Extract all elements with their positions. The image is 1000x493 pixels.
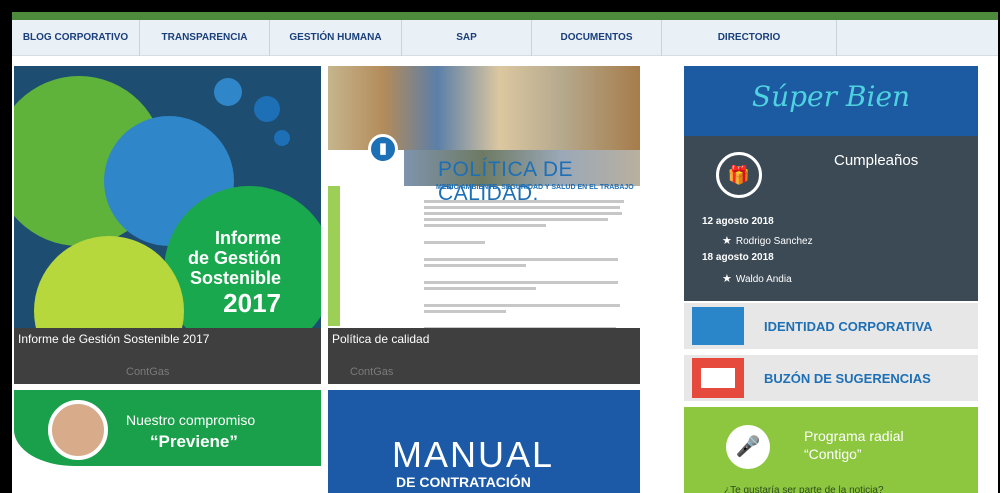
- envelope-icon: [692, 358, 744, 398]
- page-frame: BLOG CORPORATIVO TRANSPARENCIA GESTIÓN H…: [12, 12, 998, 493]
- green-side-bar: [328, 186, 340, 326]
- informe-line2: de Gestión: [187, 248, 281, 268]
- avatar: [48, 400, 108, 460]
- identidad-label: IDENTIDAD CORPORATIVA: [764, 319, 933, 334]
- cumpleanos-panel: 🎁 Cumpleaños 12 agosto 2018 ★ Rodrigo San…: [684, 136, 978, 301]
- informe-line1: Informe: [214, 228, 281, 248]
- nav-item-directorio[interactable]: DIRECTORIO: [662, 20, 837, 56]
- informe-image-text: Informe de Gestión Sostenible 2017: [188, 228, 281, 318]
- super-bien-banner[interactable]: Súper Bien: [684, 66, 978, 136]
- radio-line2: “Contigo”: [804, 446, 862, 462]
- radio-cut-text: ¿Te gustaría ser parte de la noticia?: [724, 485, 884, 493]
- document-icon: ▮: [368, 134, 398, 164]
- birthday-name-text: Waldo Andia: [735, 274, 792, 285]
- informe-line3: Sostenible: [189, 268, 281, 288]
- identidad-corporativa-link[interactable]: IDENTIDAD CORPORATIVA: [684, 303, 978, 349]
- manual-line2: DE CONTRATACIÓN: [396, 474, 531, 490]
- politica-calidad-tile[interactable]: ▮ POLÍTICA DE CALIDAD, MEDIO AMBIENTE, S…: [328, 66, 640, 384]
- nav-item-empty: [837, 20, 998, 56]
- programa-radial-tile[interactable]: 🎤 Programa radial “Contigo” ¿Te gustaría…: [684, 407, 978, 493]
- nav-item-gestion-humana[interactable]: GESTIÓN HUMANA: [270, 20, 402, 56]
- contgas-logo: ContGas: [350, 366, 394, 378]
- buzon-sugerencias-link[interactable]: BUZÓN DE SUGERENCIAS: [684, 355, 978, 401]
- politica-caption: Política de calidad: [332, 332, 430, 346]
- contgas-logo: ContGas: [126, 366, 170, 378]
- radio-line1: Programa radial: [804, 428, 904, 444]
- politica-title: POLÍTICA DE CALIDAD,: [438, 158, 574, 205]
- compromiso-previene-tile[interactable]: Nuestro compromiso “Previene”: [14, 390, 321, 493]
- buzon-label: BUZÓN DE SUGERENCIAS: [764, 371, 931, 386]
- politica-subtitle: MEDIO AMBIENTE, SEGURIDAD Y SALUD EN EL …: [436, 184, 634, 191]
- microphone-icon: 🎤: [726, 425, 770, 469]
- informe-year: 2017: [223, 288, 281, 318]
- main-nav: BLOG CORPORATIVO TRANSPARENCIA GESTIÓN H…: [12, 20, 998, 56]
- compromiso-line2: “Previene”: [150, 432, 238, 451]
- cumpleanos-title: Cumpleaños: [834, 152, 919, 169]
- compromiso-line1: Nuestro compromiso: [126, 412, 256, 428]
- radio-title: Programa radial “Contigo”: [804, 427, 904, 463]
- manual-contratacion-tile[interactable]: MANUAL DE CONTRATACIÓN: [328, 390, 640, 493]
- star-icon: ★: [722, 235, 732, 247]
- birthday-name: ★ Waldo Andia: [722, 272, 792, 285]
- people-icon: [692, 307, 744, 345]
- decor-circle: [214, 78, 242, 106]
- manual-line1: MANUAL: [392, 434, 555, 475]
- gift-icon: 🎁: [716, 152, 762, 198]
- birthday-date: 18 agosto 2018: [702, 252, 774, 263]
- nav-item-transparencia[interactable]: TRANSPARENCIA: [140, 20, 270, 56]
- birthday-date: 12 agosto 2018: [702, 216, 774, 227]
- nav-item-blog-corporativo[interactable]: BLOG CORPORATIVO: [12, 20, 140, 56]
- decor-circle: [274, 130, 290, 146]
- informe-gestion-tile[interactable]: Informe de Gestión Sostenible 2017 Infor…: [14, 66, 321, 384]
- birthday-name-text: Rodrigo Sanchez: [735, 236, 813, 247]
- informe-caption: Informe de Gestión Sostenible 2017: [18, 332, 210, 346]
- super-bien-label: Súper Bien: [751, 80, 911, 113]
- top-color-strip: [12, 12, 998, 20]
- nav-item-sap[interactable]: SAP: [402, 20, 532, 56]
- decor-circle: [254, 96, 280, 122]
- birthday-name: ★ Rodrigo Sanchez: [722, 234, 813, 247]
- politica-caption-bar: Política de calidad ContGas: [328, 328, 640, 384]
- star-icon: ★: [722, 273, 732, 285]
- nav-item-documentos[interactable]: DOCUMENTOS: [532, 20, 662, 56]
- informe-caption-bar: Informe de Gestión Sostenible 2017 ContG…: [14, 328, 321, 384]
- politica-body-lines: [424, 200, 628, 339]
